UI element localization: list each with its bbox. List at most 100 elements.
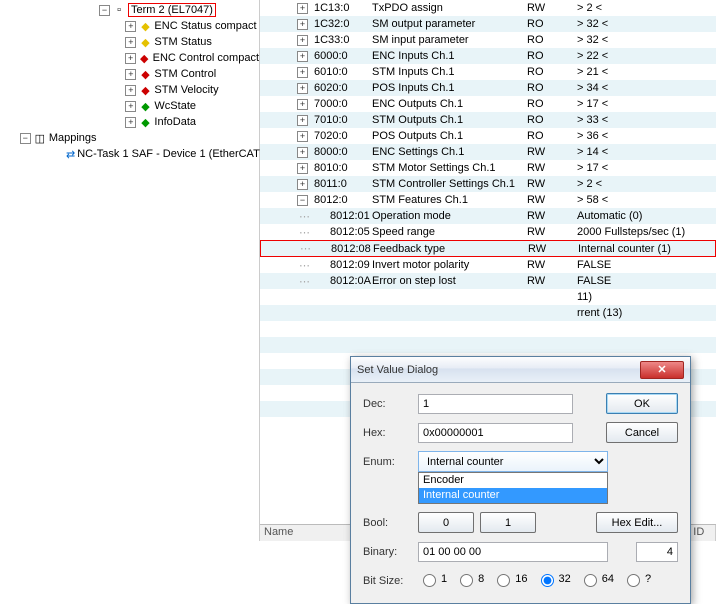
expand-icon[interactable]: +	[297, 35, 308, 46]
grid-row[interactable]: rrent (13)	[260, 305, 716, 321]
bitsize-label: 64	[602, 573, 614, 585]
link-icon: ⇄	[66, 148, 75, 161]
expand-icon[interactable]: +	[125, 37, 136, 48]
enum-dropdown-list: Encoder Internal counter	[418, 472, 608, 504]
flags-cell: RO	[527, 50, 577, 62]
grid-row[interactable]	[260, 321, 716, 337]
grid-row[interactable]: +1C33:0SM input parameterRO> 32 <	[260, 32, 716, 48]
bitsize-option-?[interactable]: ?	[622, 571, 651, 587]
enum-combo[interactable]: Internal counter Encoder Internal counte…	[418, 451, 608, 472]
expand-icon[interactable]: +	[297, 67, 308, 78]
bitsize-option-16[interactable]: 16	[492, 571, 527, 587]
expand-icon[interactable]: +	[297, 3, 308, 14]
tree-item[interactable]: +◆WcState	[0, 98, 259, 114]
bitsize-label: 32	[559, 573, 571, 585]
expand-icon[interactable]: +	[297, 19, 308, 30]
expand-icon[interactable]: +	[297, 51, 308, 62]
tree-item[interactable]: +◆STM Status	[0, 34, 259, 50]
bitsize-radio[interactable]	[627, 574, 640, 587]
tree-item[interactable]: +◆ENC Control compact	[0, 50, 259, 66]
bitsize-radio[interactable]	[460, 574, 473, 587]
grid-row[interactable]: +1C13:0TxPDO assignRW> 2 <	[260, 0, 716, 16]
collapse-icon[interactable]: −	[20, 133, 31, 144]
grid-row[interactable]: +7020:0POS Outputs Ch.1RO> 36 <	[260, 128, 716, 144]
cancel-button[interactable]: Cancel	[606, 422, 678, 443]
bitsize-option-1[interactable]: 1	[418, 571, 447, 587]
expand-icon[interactable]: +	[125, 101, 136, 112]
flags-cell: RW	[527, 2, 577, 14]
expand-icon[interactable]: +	[297, 131, 308, 142]
grid-row[interactable]: −8012:0STM Features Ch.1RW> 58 <	[260, 192, 716, 208]
grid-row[interactable]: +6020:0POS Inputs Ch.1RO> 34 <	[260, 80, 716, 96]
grid-row[interactable]: ⋯8012:0AError on step lostRWFALSE	[260, 273, 716, 289]
name-cell: ENC Outputs Ch.1	[372, 98, 527, 110]
expand-icon[interactable]: +	[297, 115, 308, 126]
grid-row[interactable]: ⋯8012:09Invert motor polarityRWFALSE	[260, 257, 716, 273]
grid-row[interactable]: +7010:0STM Outputs Ch.1RO> 33 <	[260, 112, 716, 128]
grid-row[interactable]	[260, 337, 716, 353]
enum-select[interactable]: Internal counter	[418, 451, 608, 472]
enum-option-internal-counter[interactable]: Internal counter	[419, 488, 607, 503]
grid-row[interactable]: ⋯8012:08Feedback typeRWInternal counter …	[260, 240, 716, 257]
hex-edit-button[interactable]: Hex Edit...	[596, 512, 678, 533]
tree-item-nctask[interactable]: ⇄NC-Task 1 SAF - Device 1 (EtherCAT)	[0, 146, 259, 162]
tree-item[interactable]: +◆STM Control	[0, 66, 259, 82]
grid-row[interactable]: +1C32:0SM output parameterRO> 32 <	[260, 16, 716, 32]
expand-icon[interactable]: +	[297, 179, 308, 190]
tree-item-label: STM Status	[154, 36, 211, 48]
grid-row[interactable]: ⋯8012:05Speed rangeRW2000 Fullsteps/sec …	[260, 224, 716, 240]
tree-item-label: STM Control	[154, 68, 216, 80]
grid-row[interactable]: 11)	[260, 289, 716, 305]
expand-icon[interactable]: +	[125, 21, 136, 32]
expand-icon[interactable]: +	[297, 163, 308, 174]
dec-input[interactable]	[418, 394, 573, 414]
name-cell: Error on step lost	[372, 275, 527, 287]
grid-row[interactable]: +6000:0ENC Inputs Ch.1RO> 22 <	[260, 48, 716, 64]
enum-option-encoder[interactable]: Encoder	[419, 473, 607, 488]
collapse-icon[interactable]: −	[99, 5, 110, 16]
dialog-titlebar[interactable]: Set Value Dialog ✕	[351, 357, 690, 383]
tree-item-mappings[interactable]: −◫Mappings	[0, 130, 259, 146]
expand-icon[interactable]: +	[125, 69, 136, 80]
bitsize-radio[interactable]	[497, 574, 510, 587]
name-cell: SM input parameter	[372, 34, 527, 46]
bitsize-option-8[interactable]: 8	[455, 571, 484, 587]
expand-icon[interactable]: +	[125, 117, 136, 128]
grid-row[interactable]: +8010:0STM Motor Settings Ch.1RW> 17 <	[260, 160, 716, 176]
grid-row[interactable]: +8000:0ENC Settings Ch.1RW> 14 <	[260, 144, 716, 160]
binary-label: Binary:	[363, 546, 418, 558]
close-button[interactable]: ✕	[640, 361, 684, 379]
expand-icon[interactable]: +	[125, 53, 135, 64]
binary-input[interactable]	[418, 542, 608, 562]
value-cell: 11)	[577, 291, 716, 303]
bitsize-option-32[interactable]: 32	[536, 571, 571, 587]
grid-row[interactable]: +6010:0STM Inputs Ch.1RO> 21 <	[260, 64, 716, 80]
bitsize-option-64[interactable]: 64	[579, 571, 614, 587]
expand-icon[interactable]: +	[297, 83, 308, 94]
bitsize-radio[interactable]	[584, 574, 597, 587]
ok-button[interactable]: OK	[606, 393, 678, 414]
index-cell: 8012:05	[312, 226, 372, 238]
binary-length[interactable]	[636, 542, 678, 562]
tree-item-term[interactable]: − ▫ Term 2 (EL7047)	[0, 2, 259, 18]
tree-item[interactable]: +◆STM Velocity	[0, 82, 259, 98]
tree-item[interactable]: +◆InfoData	[0, 114, 259, 130]
expand-icon[interactable]: +	[297, 147, 308, 158]
expand-icon[interactable]: +	[297, 99, 308, 110]
name-cell: STM Inputs Ch.1	[372, 66, 527, 78]
hex-input[interactable]	[418, 423, 573, 443]
collapse-icon[interactable]: −	[297, 195, 308, 206]
tree-item[interactable]: +◆ENC Status compact	[0, 18, 259, 34]
index-cell: 1C13:0	[312, 2, 372, 14]
grid-row[interactable]: +8011:0STM Controller Settings Ch.1RW> 2…	[260, 176, 716, 192]
grid-row[interactable]: +7000:0ENC Outputs Ch.1RO> 17 <	[260, 96, 716, 112]
bool-0-button[interactable]: 0	[418, 512, 474, 533]
bitsize-radio[interactable]	[541, 574, 554, 587]
bool-1-button[interactable]: 1	[480, 512, 536, 533]
value-cell: Automatic (0)	[577, 210, 716, 222]
grid-row[interactable]: ⋯8012:01Operation modeRWAutomatic (0)	[260, 208, 716, 224]
name-cell: POS Outputs Ch.1	[372, 130, 527, 142]
expand-icon[interactable]: +	[125, 85, 136, 96]
enum-label: Enum:	[363, 456, 418, 468]
bitsize-radio[interactable]	[423, 574, 436, 587]
